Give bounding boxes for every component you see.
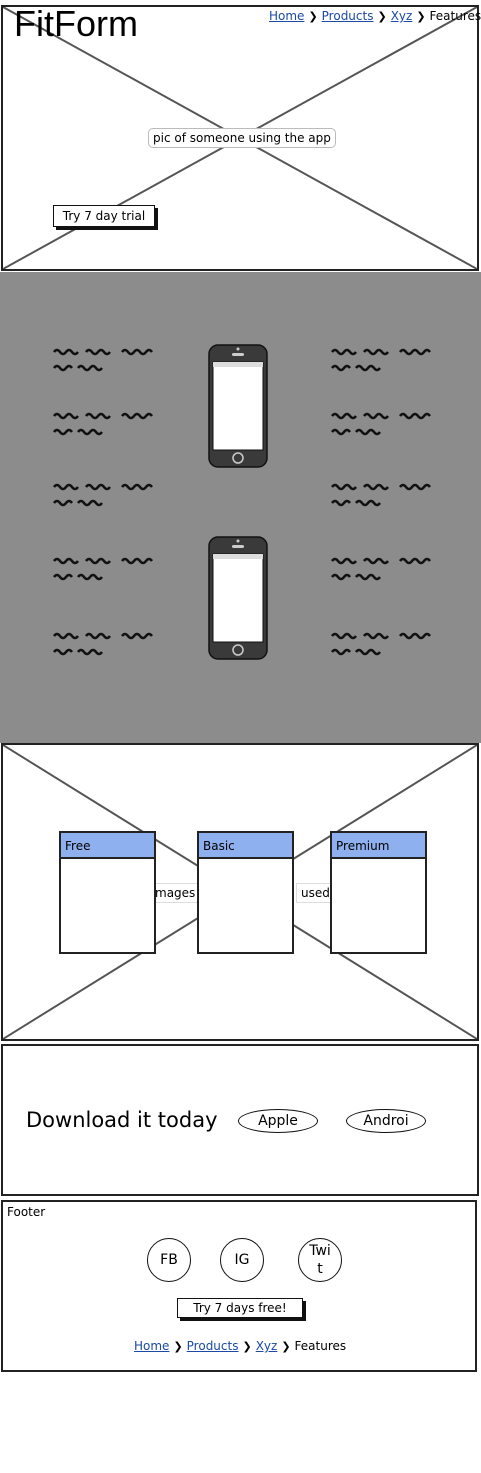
twitter-label: Twit [309, 1243, 331, 1277]
footer-breadcrumb: Home ❯ Products ❯ Xyz ❯ Features [134, 1339, 346, 1353]
breadcrumb-xyz[interactable]: Xyz [256, 1339, 278, 1353]
chevron-right-icon: ❯ [281, 1340, 291, 1353]
plan-title: Basic [199, 833, 292, 859]
feature-text-placeholder [52, 348, 154, 372]
plan-title: Premium [332, 833, 425, 859]
chevron-right-icon: ❯ [416, 10, 426, 23]
breadcrumb-products[interactable]: Products [187, 1339, 239, 1353]
feature-text-placeholder [330, 412, 432, 436]
breadcrumb: Home ❯ Products ❯ Xyz ❯ Features [269, 9, 481, 23]
breadcrumb-current: Features [429, 9, 481, 23]
footer-trial-button[interactable]: Try 7 days free! [177, 1298, 303, 1318]
background-image-label: mages [150, 883, 201, 903]
chevron-right-icon: ❯ [308, 10, 318, 23]
instagram-link[interactable]: IG [220, 1238, 264, 1282]
plan-card-basic[interactable]: Basic [197, 831, 294, 954]
phone-mockup-icon [208, 344, 268, 468]
phone-mockup-icon [208, 536, 268, 660]
facebook-link[interactable]: FB [147, 1238, 191, 1282]
feature-text-placeholder [330, 557, 432, 581]
breadcrumb-products[interactable]: Products [322, 9, 374, 23]
feature-text-placeholder [52, 412, 154, 436]
breadcrumb-xyz[interactable]: Xyz [391, 9, 413, 23]
breadcrumb-home[interactable]: Home [269, 9, 304, 23]
plan-card-premium[interactable]: Premium [330, 831, 427, 954]
plan-card-free[interactable]: Free [59, 831, 156, 954]
download-heading: Download it today [26, 1108, 218, 1132]
android-download-button[interactable]: Androi [346, 1109, 426, 1133]
feature-text-placeholder [330, 348, 432, 372]
feature-text-placeholder [52, 632, 154, 656]
feature-text-placeholder [52, 483, 154, 507]
chevron-right-icon: ❯ [173, 1340, 183, 1353]
chevron-right-icon: ❯ [242, 1340, 252, 1353]
hero-image-label: pic of someone using the app [148, 128, 336, 148]
feature-text-placeholder [330, 483, 432, 507]
logo[interactable]: FitForm [14, 2, 138, 46]
chevron-right-icon: ❯ [377, 10, 387, 23]
trial-button[interactable]: Try 7 day trial [53, 205, 155, 227]
twitter-link[interactable]: Twit [298, 1238, 342, 1282]
feature-text-placeholder [330, 632, 432, 656]
breadcrumb-home[interactable]: Home [134, 1339, 169, 1353]
breadcrumb-current: Features [294, 1339, 347, 1353]
footer-label: Footer [7, 1205, 46, 1219]
plan-title: Free [61, 833, 154, 859]
feature-text-placeholder [52, 557, 154, 581]
apple-download-button[interactable]: Apple [238, 1109, 318, 1133]
